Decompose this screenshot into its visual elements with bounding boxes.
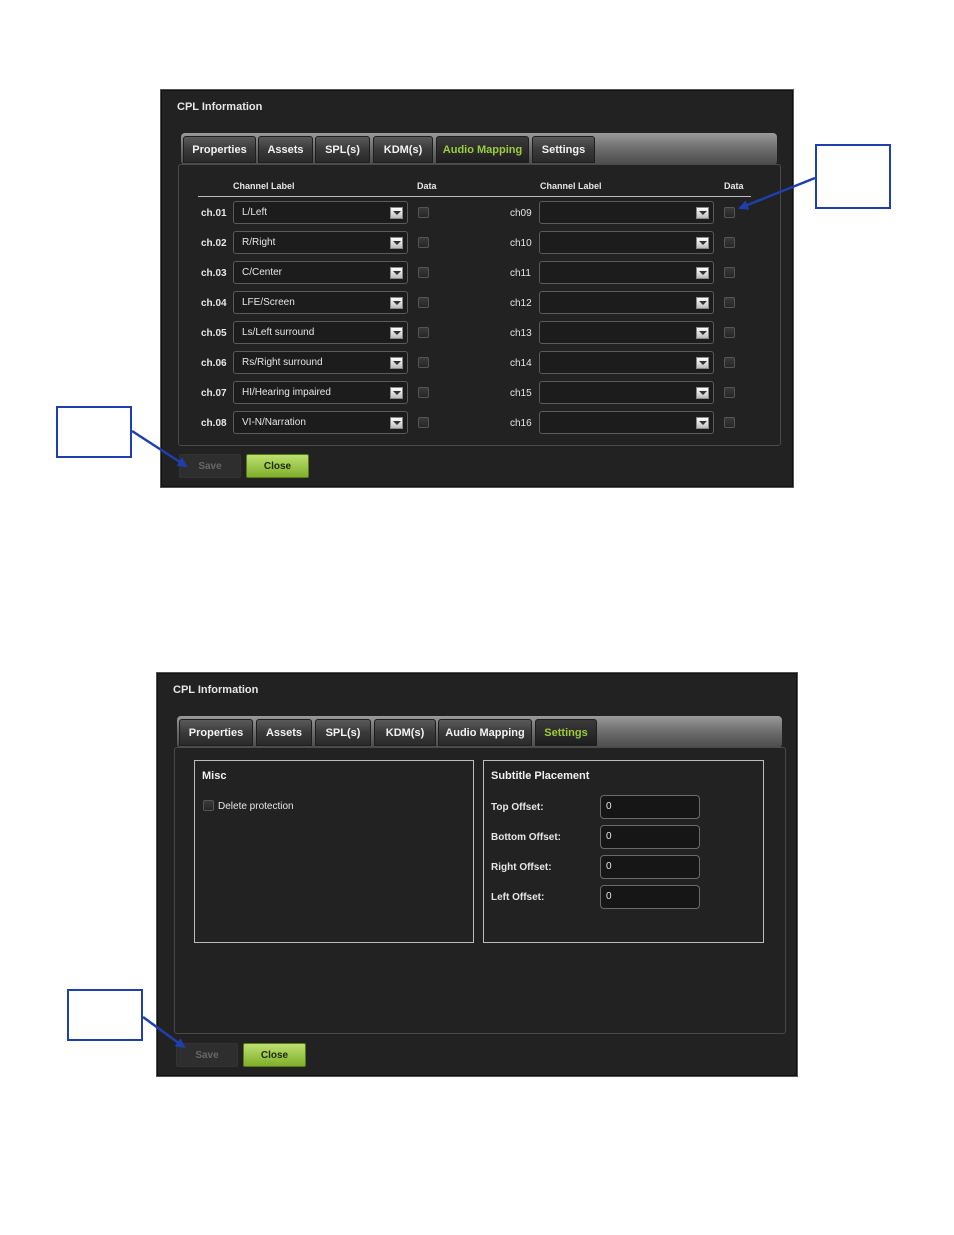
callout-arrows	[131, 176, 816, 1049]
arrow-to-data-checkbox	[738, 176, 816, 210]
arrow-to-save-button-bottom	[142, 1015, 186, 1049]
arrow-to-save-button-top	[131, 429, 188, 468]
